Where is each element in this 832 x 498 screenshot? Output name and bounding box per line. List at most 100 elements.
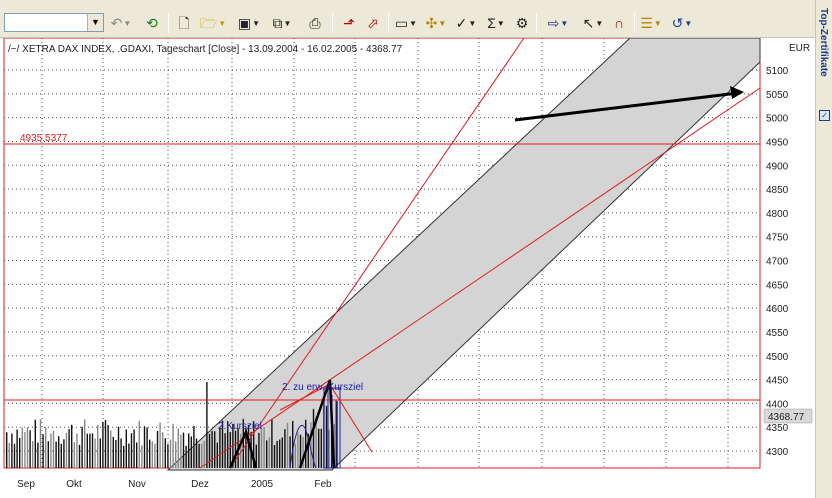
price-bar — [193, 425, 195, 468]
chevron-down-icon[interactable]: ▼ — [87, 14, 103, 31]
price-bar — [214, 431, 216, 468]
print-icon[interactable]: ⎙ — [304, 12, 326, 34]
price-bar — [208, 433, 211, 468]
price-bar — [11, 433, 13, 468]
save-disk-icon[interactable]: ▣▼ — [234, 12, 264, 34]
price-bar — [128, 443, 130, 468]
settings-icon[interactable]: ⚙ — [512, 12, 532, 34]
toolbar-separator — [634, 13, 635, 33]
price-bar — [268, 437, 270, 468]
price-bar — [97, 425, 99, 468]
zoom-chart-icon[interactable]: ⬀ — [362, 12, 384, 34]
sigma-icon[interactable]: Σ▼ — [482, 12, 510, 34]
checkbox-icon[interactable]: ✓ — [819, 110, 830, 121]
y-tick-label: 4450 — [766, 376, 789, 387]
last-price-box: 4368.77 — [763, 408, 813, 424]
price-bar — [110, 430, 112, 468]
price-bar — [260, 427, 263, 468]
price-bar — [279, 439, 281, 468]
undo-arrow-icon[interactable]: ↶▼ — [110, 12, 132, 34]
price-bar — [175, 441, 177, 468]
magnet-icon[interactable]: ∩ — [608, 12, 630, 34]
price-bar — [50, 433, 52, 468]
x-tick-label: Okt — [66, 479, 82, 490]
price-bar — [281, 437, 283, 468]
price-bar — [266, 440, 268, 468]
new-page-icon[interactable]: 🗋 — [174, 12, 194, 34]
price-bar — [24, 432, 26, 468]
price-bar — [182, 432, 185, 468]
symbol-combobox[interactable]: ▼ — [4, 13, 104, 32]
toolbar-separator — [332, 13, 333, 33]
price-bar — [185, 445, 187, 468]
copy-icon[interactable]: ⧉▼ — [270, 12, 294, 34]
price-bar — [104, 420, 107, 468]
price-bar — [325, 405, 328, 468]
toolbar: ▼ ↶▼ ⟲ 🗋 🗁▼ ▣▼ ⧉▼ ⎙ ⬏ ⬀ ▭▼ ✣▼ ✓▼ Σ▼ ⚙ ⇨▼… — [0, 0, 815, 38]
x-tick-label: Nov — [128, 479, 146, 490]
price-bar — [286, 422, 289, 468]
price-bar — [284, 429, 286, 468]
window-icon[interactable]: ▭▼ — [392, 12, 420, 34]
price-bar — [216, 442, 218, 468]
side-panel: Top-Zertifikate ✓ — [815, 0, 832, 498]
price-bar — [177, 428, 179, 468]
price-bar — [42, 434, 44, 468]
price-bar — [190, 436, 192, 468]
price-bar — [159, 422, 161, 468]
analysis-icon[interactable]: ✓▼ — [452, 12, 480, 34]
y-axis-labels: 5100 5050 5000 4950 4900 4850 4800 4750 4700 4650… — [766, 66, 789, 458]
price-bar — [73, 442, 75, 468]
refresh-icon[interactable]: ⟲ — [142, 12, 162, 34]
price-bar — [273, 445, 276, 468]
price-bar — [117, 426, 120, 468]
price-bar — [203, 440, 205, 468]
x-tick-label: Sep — [17, 479, 35, 490]
price-bar — [91, 433, 94, 468]
price-bar — [84, 419, 86, 468]
y-tick-label: 4650 — [766, 280, 789, 291]
price-bar — [65, 432, 68, 468]
price-bar — [107, 425, 109, 468]
price-bar — [206, 382, 208, 468]
level-label: 4935.5377 — [20, 133, 68, 144]
toolbar-separator — [536, 13, 537, 33]
top-zertifikate-label[interactable]: Top-Zertifikate — [818, 8, 829, 77]
indicator-icon[interactable]: ✣▼ — [422, 12, 450, 34]
y-tick-label: 4350 — [766, 423, 789, 434]
price-bar — [8, 442, 10, 468]
arrow-right-icon[interactable]: ⇨▼ — [540, 12, 576, 34]
price-bar — [149, 439, 151, 468]
chart-area[interactable]: /~/ XETRA DAX INDEX, .GDAXI, Tageschart … — [0, 38, 815, 498]
price-bar — [60, 443, 62, 468]
price-bar — [37, 442, 39, 468]
price-chart[interactable]: /~/ XETRA DAX INDEX, .GDAXI, Tageschart … — [0, 38, 815, 498]
y-tick-label: 4900 — [766, 161, 789, 172]
price-bar — [156, 431, 159, 468]
currency-label: EUR — [789, 43, 810, 54]
price-bar — [89, 433, 91, 468]
price-bar — [154, 443, 156, 468]
price-bar — [234, 430, 237, 468]
drawing-tool-icon[interactable]: ⬏ — [338, 12, 360, 34]
pointer-icon[interactable]: ↖▼ — [580, 12, 606, 34]
price-bar — [318, 428, 320, 468]
price-bar — [21, 427, 23, 468]
reset-icon[interactable]: ↺▼ — [668, 12, 696, 34]
price-bar — [138, 420, 140, 468]
price-bar — [47, 441, 49, 468]
price-bar — [63, 439, 65, 468]
price-bar — [141, 445, 143, 468]
open-folder-icon[interactable]: 🗁▼ — [198, 12, 228, 34]
y-tick-label: 4500 — [766, 352, 789, 363]
x-axis-labels: Sep Okt Nov Dez 2005 Feb — [17, 479, 332, 490]
price-bar — [78, 444, 81, 468]
tag-icon[interactable]: ☰▼ — [638, 12, 664, 34]
price-bar — [120, 438, 122, 468]
price-bar — [29, 430, 31, 468]
y-tick-label: 4850 — [766, 185, 789, 196]
price-bar — [136, 442, 138, 468]
price-bar — [276, 440, 278, 468]
y-tick-label: 5000 — [766, 114, 789, 125]
toolbar-separator — [388, 13, 389, 33]
